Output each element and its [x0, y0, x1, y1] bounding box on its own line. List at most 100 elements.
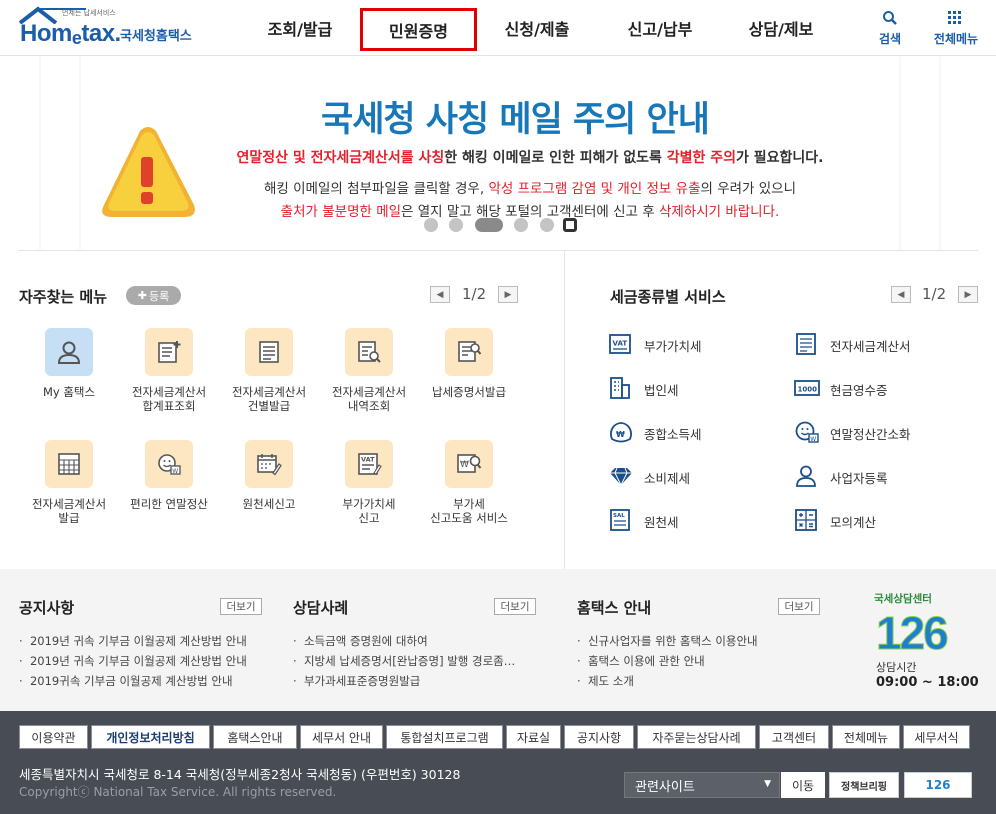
notice-item[interactable]: · 2019귀속 기부금 이월공제 계산방법 안내	[19, 673, 259, 689]
notice-item[interactable]: · 2019년 귀속 기부금 이월공제 계산방법 안내	[19, 653, 259, 669]
footer-link-notice[interactable]: 공지사항	[564, 725, 634, 749]
certificate-search-icon	[458, 341, 482, 362]
nav-inquiry[interactable]: 조회/발급	[250, 0, 350, 56]
footer: 이용약관 개인정보처리방침 홈택스안내 세무서 안내 통합설치프로그램 자료실 …	[0, 711, 996, 814]
guide-item[interactable]: · 홈택스 이용에 관한 안내	[577, 653, 817, 669]
notice-item[interactable]: · 2019년 귀속 기부금 이월공제 계산방법 안내	[19, 633, 259, 649]
service-income-tax[interactable]: ₩ 종합소득세	[608, 420, 768, 444]
fav-label-2: 신고	[358, 511, 380, 525]
slide-dot-active[interactable]	[475, 218, 503, 232]
svg-text:₩: ₩	[616, 430, 625, 439]
service-corporate-tax[interactable]: 법인세	[608, 376, 768, 400]
footer-banner-126[interactable]: 126	[904, 772, 972, 798]
person-icon	[796, 465, 816, 487]
case-item[interactable]: · 부가과세표준증명원발급	[293, 673, 531, 689]
nav-consult[interactable]: 상담/제보	[731, 0, 831, 56]
hometax-logo[interactable]: 언제든 납세서비스 Hometax. 국세청홈택스	[18, 6, 208, 48]
service-yearend-simplified[interactable]: W 연말정산간소화	[794, 420, 964, 444]
favorites-pager: 1/2	[462, 285, 487, 303]
fav-vat-report[interactable]: VAT 부가가치세 신고	[314, 440, 424, 530]
slide-stop-button[interactable]	[563, 218, 577, 232]
salary-icon: SAL	[610, 509, 630, 531]
won-search-icon: ₩	[457, 454, 482, 473]
search-label: 검색	[878, 32, 902, 46]
fav-vat-help[interactable]: ₩ 부가세 신고도움 서비스	[414, 440, 524, 530]
fav-label-2: 건별발급	[247, 399, 291, 413]
fav-my-hometax[interactable]: My 홈택스	[14, 328, 124, 418]
footer-link-hometax-guide[interactable]: 홈택스안내	[213, 725, 297, 749]
notice-banner[interactable]: 국세청 사칭 메일 주의 안내 연말정산 및 전자세금계산서를 사칭한 해킹 이…	[0, 57, 996, 250]
tax-service-next-button[interactable]: ▶	[958, 286, 978, 303]
footer-banner-briefing[interactable]: 정책브리핑	[829, 772, 899, 798]
slide-dot-4[interactable]	[514, 218, 528, 232]
related-site-select[interactable]: 관련사이트 ▼	[624, 772, 780, 798]
service-label: 현금영수증	[830, 383, 888, 398]
all-menu-label: 전체메뉴	[933, 32, 979, 46]
cash-receipt-icon: 1000	[794, 380, 820, 396]
favorites-register-button[interactable]: ✚ 등록	[126, 286, 181, 305]
guide-more-button[interactable]: 더보기	[778, 598, 820, 615]
slide-dot-1[interactable]	[424, 218, 438, 232]
vat-doc-icon: VAT	[358, 453, 382, 476]
fav-tax-certificate[interactable]: 납세증명서발급	[414, 328, 524, 418]
footer-link-install[interactable]: 통합설치프로그램	[386, 725, 503, 749]
tax-service-prev-button[interactable]: ◀	[891, 286, 911, 303]
favorites-next-button[interactable]: ▶	[498, 286, 518, 303]
service-withholding-tax[interactable]: SAL 원천세	[608, 508, 768, 532]
service-vat[interactable]: VAT 부가가치세	[608, 332, 768, 356]
service-mock-calculation[interactable]: 모의계산	[794, 508, 964, 532]
fav-tile	[445, 328, 493, 376]
notice-more-button[interactable]: 더보기	[220, 598, 262, 615]
fav-einvoice-summary[interactable]: 전자세금계산서 합계표조회	[114, 328, 224, 418]
case-item[interactable]: · 소득금액 증명원에 대하여	[293, 633, 531, 649]
guide-title: 홈택스 안내	[577, 599, 652, 617]
footer-link-faq[interactable]: 자주묻는상담사례	[637, 725, 756, 749]
service-label: 연말정산간소화	[830, 427, 911, 442]
footer-link-terms[interactable]: 이용약관	[19, 725, 88, 749]
service-consumption-tax[interactable]: 소비제세	[608, 464, 768, 488]
notice-title: 공지사항	[19, 599, 75, 617]
fav-yearend-settlement[interactable]: W 편리한 연말정산	[114, 440, 224, 530]
fav-withholding-report[interactable]: 원천세신고	[214, 440, 324, 530]
fav-einvoice-history[interactable]: 전자세금계산서 내역조회	[314, 328, 424, 418]
nav-report-pay[interactable]: 신고/납부	[610, 0, 710, 56]
fav-einvoice-issue-each[interactable]: 전자세금계산서 건별발급	[214, 328, 324, 418]
fav-tile: W	[145, 440, 193, 488]
fav-einvoice-issue[interactable]: 전자세금계산서 발급	[14, 440, 124, 530]
footer-link-tax-forms[interactable]: 세무서식	[903, 725, 970, 749]
nav-civil-certificate[interactable]: 민원증명	[360, 8, 477, 51]
footer-link-privacy[interactable]: 개인정보처리방침	[91, 725, 210, 749]
fav-tile: VAT	[345, 440, 393, 488]
all-menu-button[interactable]: 전체메뉴	[926, 8, 986, 48]
nav-apply[interactable]: 신청/제출	[487, 0, 587, 56]
fav-tile	[245, 328, 293, 376]
vat-icon: VAT	[609, 334, 631, 354]
favorites-prev-button[interactable]: ◀	[430, 286, 450, 303]
slide-dot-2[interactable]	[449, 218, 463, 232]
service-einvoice[interactable]: 전자세금계산서	[794, 332, 964, 356]
invoice-search-icon	[358, 341, 381, 363]
center-hours: 09:00 ~ 18:00	[876, 675, 979, 690]
related-site-go-button[interactable]: 이동	[781, 772, 825, 798]
footer-link-all-menu[interactable]: 전체메뉴	[832, 725, 900, 749]
case-more-button[interactable]: 더보기	[494, 598, 536, 615]
consult-center-126[interactable]: 국세상담센터 126 상담시간 09:00 ~ 18:00	[872, 591, 982, 691]
grid-menu-icon	[948, 11, 961, 24]
footer-link-customer-center[interactable]: 고객센터	[759, 725, 829, 749]
service-business-registration[interactable]: 사업자등록	[794, 464, 964, 488]
service-cash-receipt[interactable]: 1000 현금영수증	[794, 376, 964, 400]
footer-link-office-guide[interactable]: 세무서 안내	[300, 725, 383, 749]
slide-dot-5[interactable]	[540, 218, 554, 232]
case-item[interactable]: · 지방세 납세증명서[완납증명] 발행 경로좀…	[293, 653, 531, 669]
service-label: 종합소득세	[644, 427, 702, 442]
center-hours-label: 상담시간	[876, 661, 917, 674]
footer-address: 세종특별자치시 국세청로 8-14 국세청(정부세종2청사 국세청동) (우편번…	[19, 767, 461, 782]
guide-item[interactable]: · 제도 소개	[577, 673, 817, 689]
footer-link-archive[interactable]: 자료실	[506, 725, 561, 749]
service-label: 전자세금계산서	[830, 339, 911, 354]
fav-label-2: 신고도움 서비스	[430, 511, 508, 525]
fav-tile	[45, 328, 93, 376]
divider-vertical	[564, 251, 565, 569]
search-button[interactable]: 검색	[870, 8, 910, 48]
guide-item[interactable]: · 신규사업자를 위한 홈택스 이용안내	[577, 633, 817, 649]
